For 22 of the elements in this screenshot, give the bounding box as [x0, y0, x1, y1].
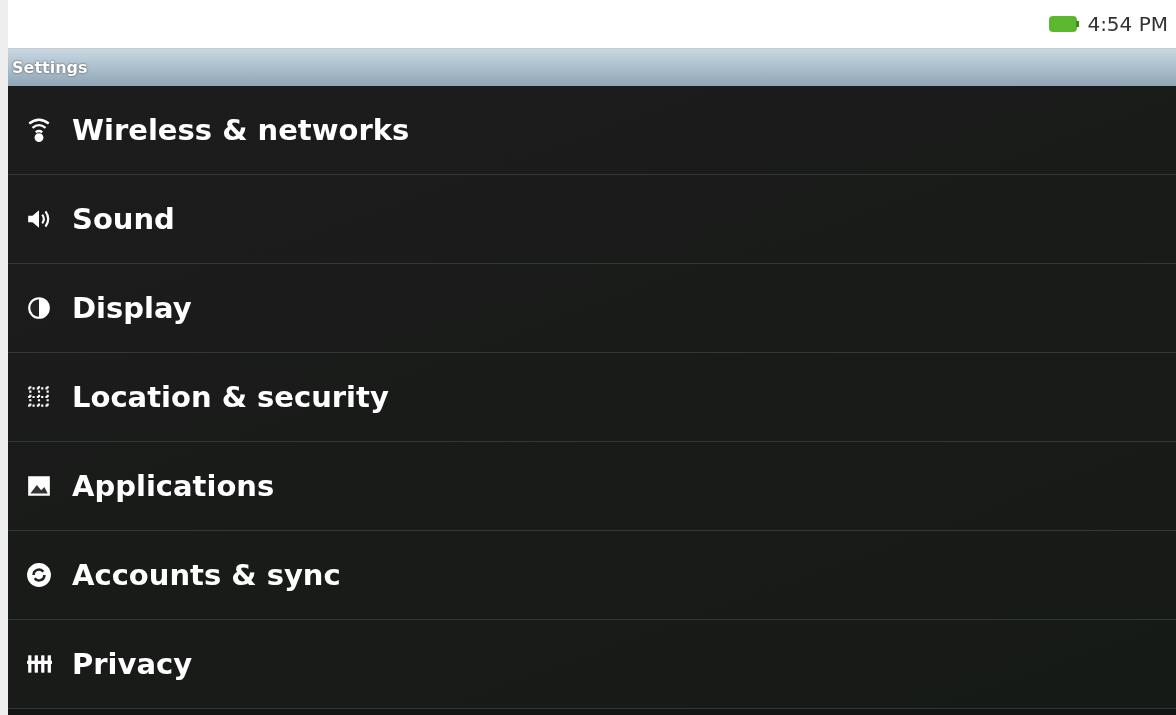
picture-icon — [26, 473, 52, 499]
brightness-icon — [26, 295, 52, 321]
grid-icon — [26, 384, 52, 410]
settings-item[interactable]: Accounts & sync — [8, 531, 1176, 620]
battery-icon — [1049, 15, 1080, 33]
settings-item[interactable]: Display — [8, 264, 1176, 353]
sync-icon — [26, 562, 52, 588]
settings-label: Sound — [72, 202, 175, 236]
settings-item[interactable]: Privacy — [8, 620, 1176, 709]
settings-item[interactable]: Applications — [8, 442, 1176, 531]
settings-label: Privacy — [72, 647, 193, 681]
settings-item[interactable]: Sound — [8, 175, 1176, 264]
wifi-icon — [26, 117, 52, 143]
settings-item[interactable]: Wireless & networks — [8, 86, 1176, 175]
clock-time: 4:54 PM — [1087, 12, 1168, 36]
settings-item[interactable]: Location & security — [8, 353, 1176, 442]
settings-label: Location & security — [72, 380, 389, 414]
settings-label: Wireless & networks — [72, 113, 410, 147]
settings-label: Applications — [72, 469, 275, 503]
settings-label: Accounts & sync — [72, 558, 341, 592]
screen-title: Settings — [12, 58, 88, 77]
settings-label: Display — [72, 291, 192, 325]
